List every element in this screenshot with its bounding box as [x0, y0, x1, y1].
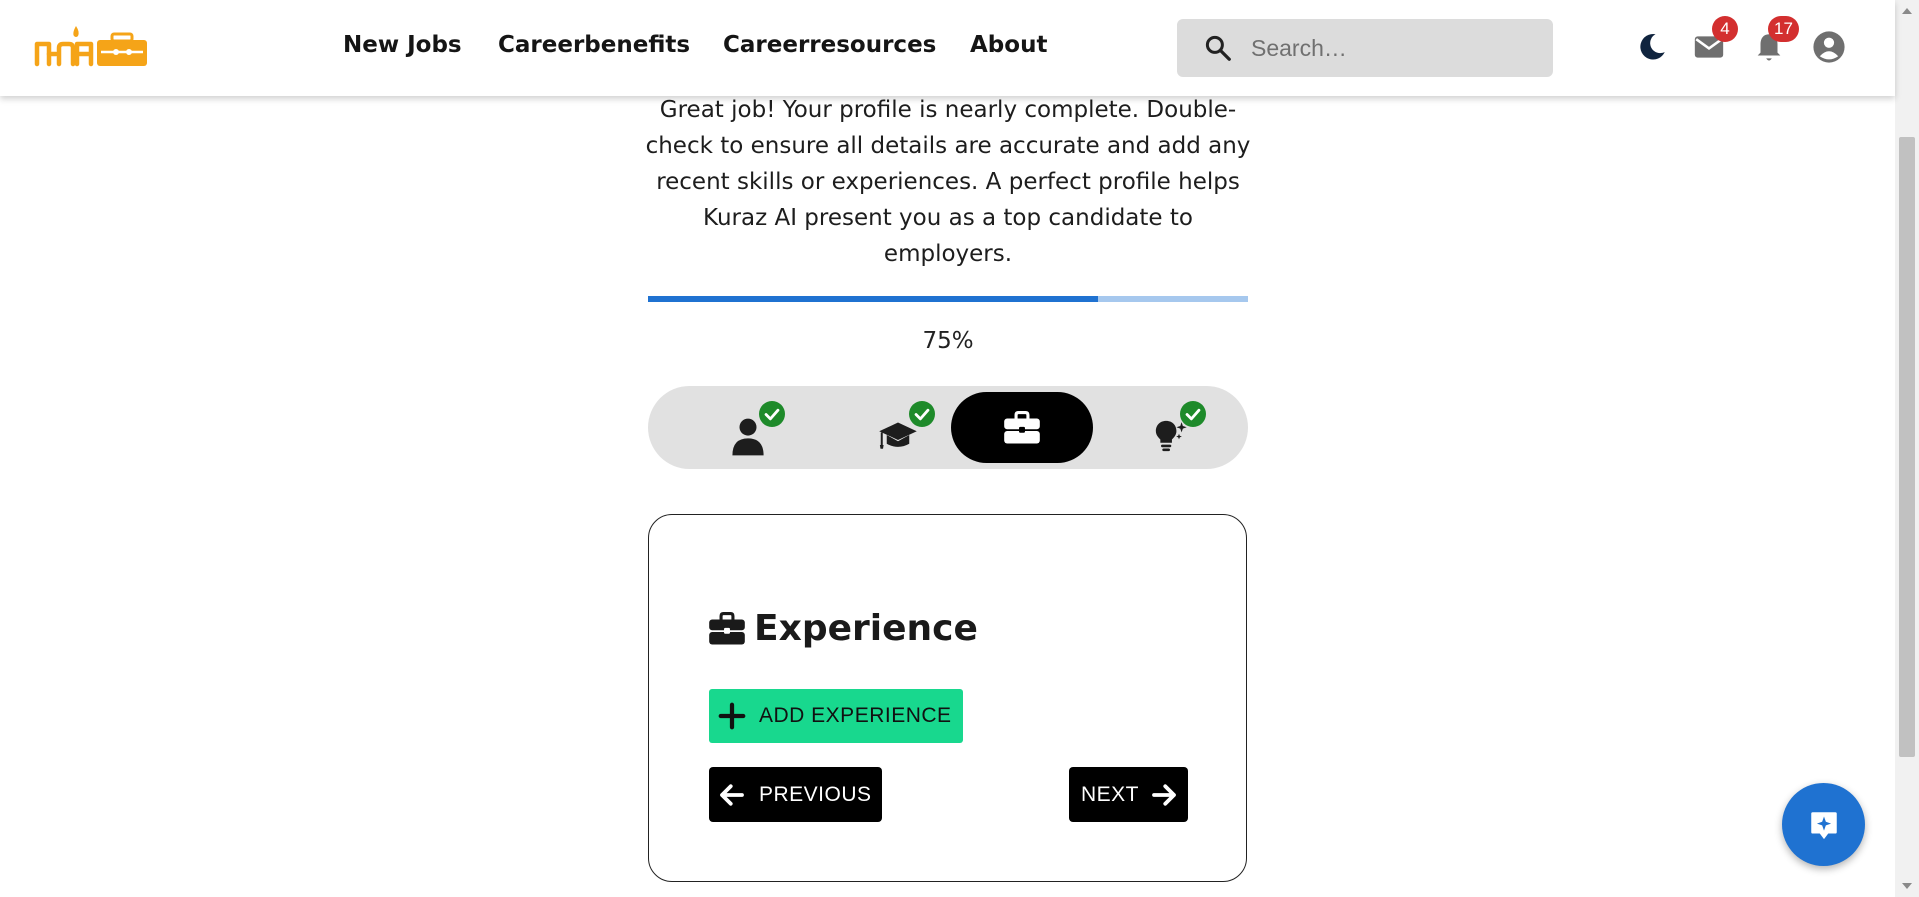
- mail-count-badge: 4: [1712, 16, 1738, 42]
- arrow-left-icon: [720, 783, 744, 806]
- search-input[interactable]: [1249, 33, 1533, 63]
- nav-link-new-jobs[interactable]: New Jobs: [343, 32, 462, 58]
- progress-percent-label: 75%: [922, 328, 974, 354]
- completed-check-icon: [909, 401, 935, 427]
- ai-assistant-icon: [1810, 811, 1837, 839]
- experience-card: Experience ADD EXPERIENCE PREVIOUS NEXT: [648, 514, 1247, 882]
- completed-check-icon: [759, 401, 785, 427]
- add-experience-label: ADD EXPERIENCE: [759, 704, 952, 727]
- nav-link-careerresources[interactable]: Careerresources: [723, 32, 936, 58]
- page-scrollbar[interactable]: [1895, 0, 1919, 897]
- step-education[interactable]: [828, 386, 968, 469]
- experience-heading: Experience: [708, 608, 978, 649]
- scroll-up-arrow-icon[interactable]: [1902, 8, 1912, 14]
- briefcase-icon: [709, 611, 745, 644]
- briefcase-icon: [1004, 410, 1040, 443]
- next-label: NEXT: [1081, 782, 1140, 806]
- plus-icon: [718, 702, 746, 730]
- profile-progress-bar: [648, 296, 1248, 302]
- arrow-right-icon: [1152, 783, 1176, 806]
- next-button[interactable]: NEXT: [1069, 767, 1188, 822]
- scroll-down-arrow-icon[interactable]: [1902, 883, 1912, 889]
- previous-label: PREVIOUS: [759, 782, 872, 806]
- completed-check-icon: [1180, 401, 1206, 427]
- previous-button[interactable]: PREVIOUS: [709, 767, 882, 822]
- step-experience[interactable]: [951, 392, 1093, 463]
- ai-assistant-fab[interactable]: [1782, 783, 1865, 866]
- search-icon: [1205, 35, 1231, 61]
- step-skills[interactable]: [1110, 386, 1230, 469]
- nav-link-about[interactable]: About: [970, 32, 1047, 58]
- experience-title: Experience: [754, 608, 978, 649]
- top-app-bar: New Jobs Careerbenefits Careerresources …: [0, 0, 1895, 96]
- moon-icon[interactable]: [1635, 30, 1669, 64]
- notifications-button[interactable]: 17: [1752, 16, 1799, 64]
- kuraz-logo[interactable]: [34, 18, 149, 68]
- notifications-count-badge: 17: [1768, 16, 1799, 42]
- profile-completion-message: Great job! Your profile is nearly comple…: [645, 97, 1251, 267]
- mail-button[interactable]: 4: [1692, 16, 1738, 64]
- add-experience-button[interactable]: ADD EXPERIENCE: [709, 689, 963, 743]
- profile-steps-bar: [648, 386, 1248, 469]
- scrollbar-thumb[interactable]: [1899, 137, 1915, 757]
- account-circle-icon[interactable]: [1812, 30, 1846, 64]
- step-personal-info[interactable]: [678, 386, 818, 469]
- nav-link-careerbenefits[interactable]: Careerbenefits: [498, 32, 690, 58]
- search-bar[interactable]: [1177, 19, 1553, 77]
- profile-progress-fill: [648, 296, 1098, 302]
